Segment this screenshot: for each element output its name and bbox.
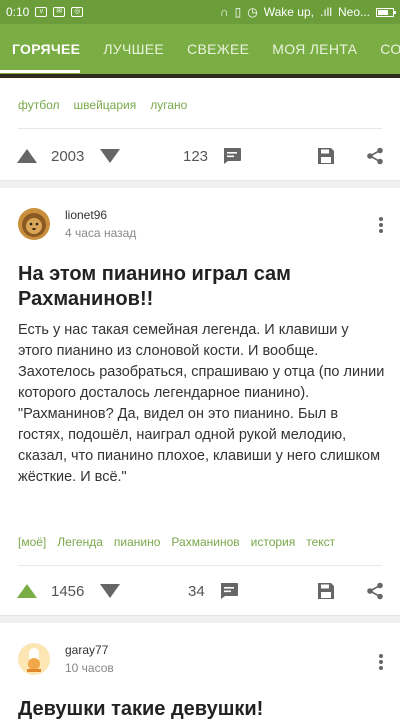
tag[interactable]: пианино	[114, 535, 161, 549]
status-time: 0:10	[6, 5, 30, 19]
downvote-icon	[100, 149, 120, 163]
share-icon	[367, 147, 383, 165]
active-tab-indicator	[0, 70, 80, 73]
upvote-icon	[17, 149, 37, 163]
prev-post-tags: футбол швейцария лугано	[18, 98, 187, 112]
post-paragraph: "Рахманинов? Да, видел он это пианино. Б…	[18, 406, 381, 485]
tag[interactable]: футбол	[18, 98, 60, 112]
post-author-row: lionet96 4 часа назад	[18, 208, 136, 240]
post-tags: [моё] Легенда пианино Рахманинов история…	[18, 535, 335, 549]
post-paragraph: Захотелось разобраться, спрашиваю у отца…	[18, 364, 385, 401]
tab-my-feed[interactable]: МОЯ ЛЕНТА	[260, 24, 368, 74]
prev-post-actions: 2003 123	[0, 136, 400, 176]
share-button[interactable]	[366, 136, 384, 176]
downvote-button[interactable]	[99, 136, 121, 176]
alarm-icon: ◷	[247, 5, 258, 19]
tag[interactable]: Рахманинов	[171, 535, 239, 549]
comment-icon	[224, 148, 241, 164]
tag[interactable]: швейцария	[74, 98, 137, 112]
app-notification-icon: ◎	[71, 7, 84, 17]
save-button[interactable]	[317, 136, 335, 176]
post-actions: 1456 34	[0, 571, 400, 611]
share-button[interactable]	[366, 571, 384, 611]
post-divider	[0, 615, 400, 623]
post-paragraph: Есть у нас такая семейная легенда. И кла…	[18, 322, 349, 359]
more-options-icon[interactable]	[376, 215, 386, 235]
author-name[interactable]: lionet96	[65, 208, 136, 222]
more-options-icon[interactable]	[376, 652, 386, 672]
post-time: 10 часов	[65, 661, 114, 675]
previous-post-image-edge	[0, 74, 400, 78]
post-divider	[0, 180, 400, 188]
downvote-icon	[100, 584, 120, 598]
save-icon	[318, 148, 334, 164]
tag[interactable]: текст	[306, 535, 335, 549]
upvote-button[interactable]	[16, 136, 38, 176]
post-author-row: garay77 10 часов	[18, 643, 114, 675]
signal-icon: .ıll	[319, 5, 332, 19]
headphones-icon: ∩	[220, 5, 229, 19]
message-notification-icon: ✉	[53, 7, 66, 17]
upvote-active-icon	[17, 584, 37, 598]
save-button[interactable]	[317, 571, 335, 611]
comments-button[interactable]	[219, 571, 239, 611]
vk-notification-icon: v	[35, 7, 48, 17]
comment-icon	[221, 583, 238, 599]
divider	[18, 565, 382, 566]
status-wake-text: Wake up,	[263, 5, 314, 19]
post-body: Есть у нас такая семейная легенда. И кла…	[18, 320, 386, 488]
avatar[interactable]	[18, 208, 50, 240]
tab-communities[interactable]: СООБЩЕ	[368, 24, 400, 74]
chef-avatar-icon	[18, 643, 50, 675]
post-title[interactable]: Девушки такие девушки!	[18, 697, 382, 722]
tag[interactable]: Легенда	[57, 535, 103, 549]
author-name[interactable]: garay77	[65, 643, 114, 657]
tag[interactable]: история	[251, 535, 296, 549]
divider	[18, 128, 382, 129]
tag[interactable]: лугано	[150, 98, 187, 112]
tab-best[interactable]: ЛУЧШЕЕ	[91, 24, 175, 74]
battery-icon	[376, 7, 396, 17]
vibrate-icon: ▯	[234, 5, 242, 19]
post-time: 4 часа назад	[65, 226, 137, 240]
rating-count: 1456	[51, 582, 85, 600]
downvote-button[interactable]	[99, 571, 121, 611]
comments-count: 123	[183, 147, 209, 165]
post-title[interactable]: На этом пианино играл сам Рахманинов!!	[18, 262, 382, 312]
share-icon	[367, 582, 383, 600]
avatar[interactable]	[18, 643, 50, 675]
tab-bar: ГОРЯЧЕЕ ЛУЧШЕЕ СВЕЖЕЕ МОЯ ЛЕНТА СООБЩЕ	[0, 24, 400, 74]
comments-button[interactable]	[222, 136, 242, 176]
rating-count: 2003	[51, 147, 85, 165]
comments-count: 34	[188, 582, 205, 600]
save-icon	[318, 583, 334, 599]
carrier-text: Neo...	[337, 5, 370, 19]
tab-hot[interactable]: ГОРЯЧЕЕ	[0, 24, 91, 74]
status-bar: 0:10 v ✉ ◎ ∩ ▯ ◷ Wake up, .ıll Neo...	[0, 0, 400, 24]
lion-avatar-icon	[18, 208, 50, 240]
tab-fresh[interactable]: СВЕЖЕЕ	[175, 24, 260, 74]
upvote-button[interactable]	[16, 571, 38, 611]
tag-mine[interactable]: [моё]	[18, 535, 46, 549]
